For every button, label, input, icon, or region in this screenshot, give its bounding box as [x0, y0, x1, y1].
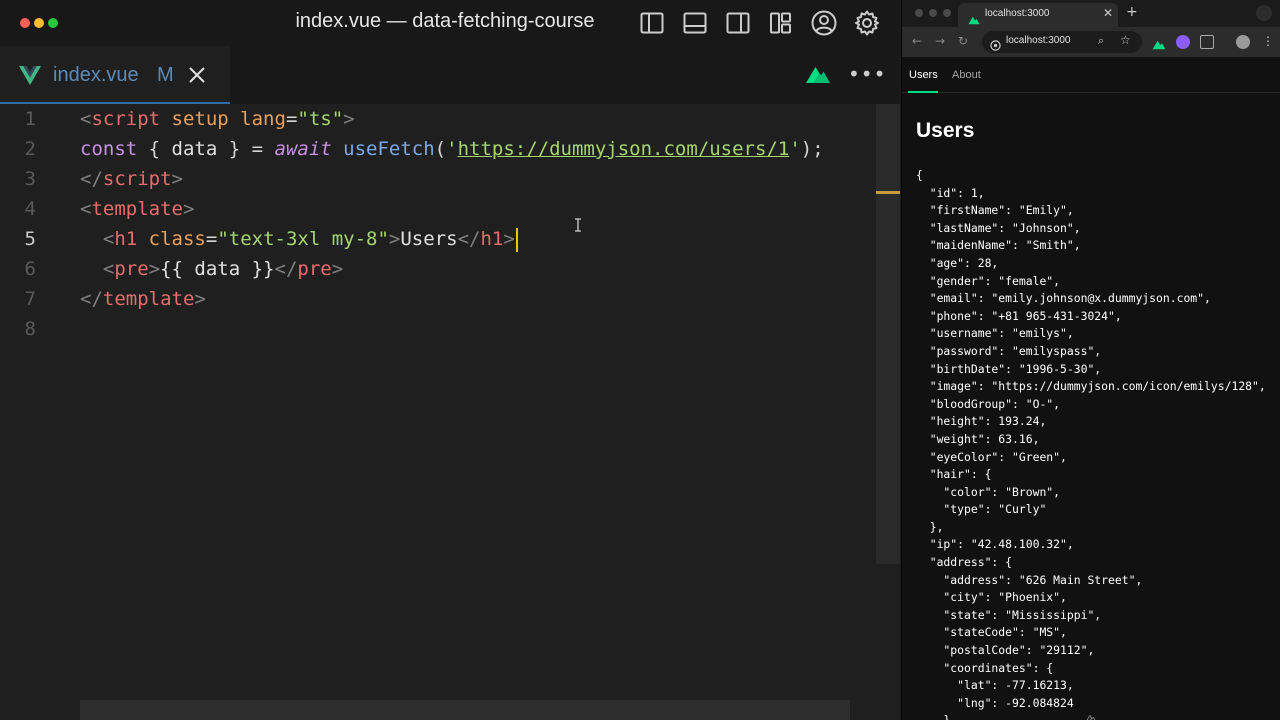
toggle-panel-icon[interactable] — [679, 7, 710, 38]
close-tab-icon[interactable]: ✕ — [1103, 6, 1113, 20]
layout-controls — [636, 7, 882, 38]
zoom-window-button[interactable] — [943, 9, 951, 17]
code-text: <template> — [80, 198, 195, 220]
browser-tab[interactable]: localhost:3000 ✕ — [958, 3, 1118, 27]
tab-search-icon[interactable] — [1256, 5, 1272, 21]
editor-tabbar: index.vue M ••• — [0, 46, 900, 104]
web-page: Users About Users { "id": 1, "firstName"… — [902, 57, 1280, 720]
close-tab-icon[interactable] — [186, 64, 208, 86]
horizontal-scrollbar[interactable] — [80, 700, 850, 720]
new-tab-button[interactable]: + — [1126, 4, 1138, 20]
more-actions-icon[interactable]: ••• — [848, 62, 886, 86]
extension-purple-icon[interactable] — [1176, 35, 1190, 49]
toggle-secondary-sidebar-icon[interactable] — [722, 7, 753, 38]
text-cursor-icon — [574, 217, 582, 236]
site-info-icon[interactable] — [990, 36, 1001, 55]
browser-window: localhost:3000 ✕ + ← → ↻ localhost:3000 … — [901, 0, 1280, 720]
line-number: 7 — [24, 288, 36, 310]
forward-arrow-icon[interactable]: → — [935, 34, 945, 48]
code-line[interactable]: 2 const { data } = await useFetch('https:… — [0, 134, 876, 164]
text-caret — [515, 227, 518, 252]
line-number: 8 — [24, 318, 36, 340]
line-number: 2 — [24, 138, 36, 160]
tab-filename: index.vue — [53, 64, 139, 86]
extensions-puzzle-icon[interactable] — [1200, 35, 1214, 49]
browser-toolbar: ← → ↻ localhost:3000 ⌕ ☆ ⋮ — [902, 27, 1280, 57]
code-text: <script setup lang="ts"> — [80, 108, 355, 130]
active-nav-indicator — [908, 91, 938, 93]
vertical-scrollbar[interactable] — [876, 104, 900, 564]
code-text: </template> — [80, 288, 206, 310]
editor-titlebar: index.vue — data-fetching-course — [0, 0, 900, 46]
minimize-window-button[interactable] — [929, 9, 937, 17]
code-line[interactable]: 6 <pre>{{ data }}</pre> — [0, 254, 876, 284]
nuxt-devtools-icon[interactable] — [805, 66, 831, 88]
code-line[interactable]: 8 — [0, 314, 876, 344]
browser-menu-icon[interactable]: ⋮ — [1262, 34, 1274, 48]
code-text: <pre>{{ data }}</pre> — [80, 258, 344, 280]
line-number: 1 — [24, 108, 36, 130]
line-number: 5 — [24, 228, 36, 250]
customize-layout-icon[interactable] — [765, 7, 796, 38]
code-text: </script> — [80, 168, 183, 190]
address-url: localhost:3000 — [1006, 35, 1071, 46]
code-line[interactable]: 5 <h1 class="text-3xl my-8">Users</h1> — [0, 224, 876, 254]
toggle-primary-sidebar-icon[interactable] — [636, 7, 667, 38]
nuxt-extension-icon[interactable] — [1152, 35, 1166, 50]
address-bar[interactable]: localhost:3000 ⌕ ☆ — [982, 31, 1142, 53]
scrollbar-cursor-marker — [876, 191, 900, 194]
nav-link-about[interactable]: About — [952, 69, 981, 81]
tab-modified-badge: M — [157, 64, 174, 86]
close-window-button[interactable] — [915, 9, 923, 17]
code-line[interactable]: 4 <template> — [0, 194, 876, 224]
code-editor-window: index.vue — data-fetching-course index.v… — [0, 0, 900, 720]
zoom-icon[interactable]: ⌕ — [1098, 34, 1104, 48]
accounts-icon[interactable] — [808, 7, 839, 38]
code-line[interactable]: 7 </template> — [0, 284, 876, 314]
vue-file-icon — [19, 66, 41, 89]
back-arrow-icon[interactable]: ← — [912, 34, 922, 48]
settings-gear-icon[interactable] — [851, 7, 882, 38]
reload-icon[interactable]: ↻ — [958, 34, 968, 48]
code-line[interactable]: 1 <script setup lang="ts"> — [0, 104, 876, 134]
profile-avatar[interactable] — [1236, 35, 1250, 49]
nuxt-devtools-toggle-icon[interactable] — [1084, 708, 1098, 720]
user-json-output: { "id": 1, "firstName": "Emily", "lastNa… — [916, 168, 1266, 720]
code-text: const { data } = await useFetch('https:/… — [80, 138, 824, 160]
code-text: <h1 class="text-3xl my-8">Users</h1> — [80, 224, 518, 254]
line-number: 3 — [24, 168, 36, 190]
bookmark-star-icon[interactable]: ☆ — [1120, 33, 1131, 47]
code-editor[interactable]: 1 <script setup lang="ts"> 2 const { data }… — [0, 104, 876, 720]
code-line[interactable]: 3 </script> — [0, 164, 876, 194]
nav-link-users[interactable]: Users — [909, 69, 938, 81]
browser-tabstrip: localhost:3000 ✕ + — [902, 0, 1280, 27]
line-number: 4 — [24, 198, 36, 220]
line-number: 6 — [24, 258, 36, 280]
page-heading: Users — [916, 119, 975, 142]
browser-tab-title: localhost:3000 — [985, 8, 1050, 19]
tab-index-vue[interactable]: index.vue M — [0, 46, 230, 104]
page-navigation: Users About — [902, 57, 1280, 93]
